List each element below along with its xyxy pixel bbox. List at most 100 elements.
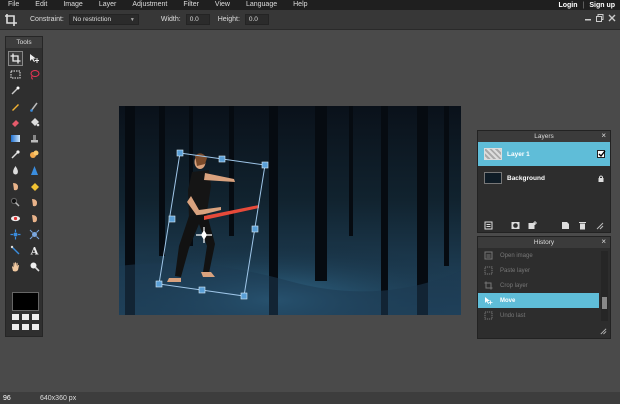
tools-panel: Tools A [5,36,43,337]
paint-bucket-icon [31,118,40,127]
login-link[interactable]: Login [553,2,582,9]
pencil-tool[interactable] [8,99,23,114]
restore-icon[interactable] [596,14,604,22]
move-tool[interactable] [27,51,42,66]
move-icon [30,54,39,63]
history-scrollbar[interactable] [601,251,608,321]
drop-tool[interactable] [8,163,23,178]
eraser-tool[interactable] [8,115,23,130]
open-image-icon [484,251,493,260]
menu-language[interactable]: Language [238,0,285,10]
menu-adjustment[interactable]: Adjustment [124,0,175,10]
color-swatch[interactable] [12,292,39,311]
layer-mask-icon[interactable] [511,221,520,230]
menu-file[interactable]: File [0,0,27,10]
crop-icon[interactable] [4,13,18,27]
dodge-tool[interactable] [8,195,23,210]
signup-link[interactable]: Sign up [584,2,620,9]
width-input[interactable]: 0.0 [185,14,210,25]
zoom-icon [30,262,40,272]
options-bar: Constraint: No restriction ▼ Width: 0.0 … [0,10,620,30]
sponge-tool[interactable] [27,179,42,194]
history-item[interactable]: Crop layer [478,278,610,293]
view-grid-icon[interactable] [12,314,39,332]
lasso-icon [30,70,40,80]
history-panel: History × Open image Paste layer Crop la… [477,236,611,339]
history-item[interactable]: Paste layer [478,263,610,278]
draw-tool[interactable] [8,243,23,258]
history-item-label: Open image [500,252,533,259]
new-layer-icon[interactable] [561,221,570,230]
crop-tool[interactable] [8,51,23,66]
history-item[interactable]: Open image [478,248,610,263]
resize-handle-icon[interactable] [599,327,607,335]
trash-icon[interactable] [578,221,587,230]
close-icon[interactable] [608,14,616,22]
menu-edit[interactable]: Edit [27,0,55,10]
layer-styles-icon[interactable] [528,220,537,230]
bloat-tool[interactable] [8,227,23,242]
sharpen-tool[interactable] [27,163,42,178]
pattern-tool[interactable] [27,147,42,162]
burn-tool[interactable] [27,195,42,210]
zoom-tool[interactable] [27,259,42,274]
close-icon[interactable]: × [601,237,606,247]
menu-filter[interactable]: Filter [175,0,207,10]
grid-cell [12,314,19,320]
hand-tool[interactable] [8,259,23,274]
constraint-select[interactable]: No restriction ▼ [68,14,139,25]
menu-bar: File Edit Image Layer Adjustment Filter … [0,0,620,10]
layers-panel: Layers × Layer 1 Background [477,130,611,233]
status-bar: 96 640x360 px [0,392,620,404]
marquee-tool[interactable] [8,67,23,82]
resize-handle-icon[interactable] [595,221,604,230]
minimize-icon[interactable] [584,14,592,22]
pattern-icon [30,150,39,158]
history-item[interactable]: Undo last [478,308,610,323]
close-icon[interactable]: × [601,131,606,141]
height-label: Height: [217,16,240,23]
history-panel-title: History [533,239,555,246]
type-tool[interactable]: A [27,243,42,258]
wand-tool[interactable] [8,83,23,98]
layer-name: Layer 1 [507,150,530,158]
move-icon [485,297,493,305]
layer-visibility-checkbox[interactable] [597,150,606,158]
scrollbar-thumb[interactable] [602,297,607,309]
marquee-icon [10,70,21,79]
history-panel-header: History × [478,237,610,248]
crop-icon [484,281,493,290]
layer-row-layer-1[interactable]: Layer 1 [478,142,610,166]
lasso-tool[interactable] [27,67,42,82]
height-input[interactable]: 0.0 [244,14,269,25]
brush-tool[interactable] [27,99,42,114]
image-canvas[interactable] [119,106,461,315]
menu-layer[interactable]: Layer [91,0,125,10]
layer-thumbnail [484,148,502,160]
gradient-tool[interactable] [8,131,23,146]
menu-view[interactable]: View [207,0,238,10]
layer-settings-icon[interactable] [484,221,493,230]
red-eye-tool[interactable] [8,211,23,226]
menu-image[interactable]: Image [55,0,90,10]
pencil-icon [12,104,19,111]
account-links: Login | Sign up [553,2,620,9]
canvas-image [119,106,461,315]
grid-cell [22,324,29,330]
history-item-selected[interactable]: Move [478,293,599,308]
crop-icon [10,53,21,64]
stamp-tool[interactable] [27,131,42,146]
grid-cell [12,324,19,330]
window-buttons [584,14,616,22]
smudge-icon [13,183,18,191]
pinch-tool[interactable] [27,227,42,242]
color-picker-tool[interactable] [8,147,23,162]
smudge-tool[interactable] [8,179,23,194]
menu-help[interactable]: Help [285,0,315,10]
brush-icon [30,102,38,112]
zoom-level[interactable]: 96 [0,395,24,402]
fill-tool[interactable] [27,115,42,130]
layer-row-background[interactable]: Background [478,166,610,190]
lock-icon [598,175,604,182]
spot-heal-tool[interactable] [27,211,42,226]
